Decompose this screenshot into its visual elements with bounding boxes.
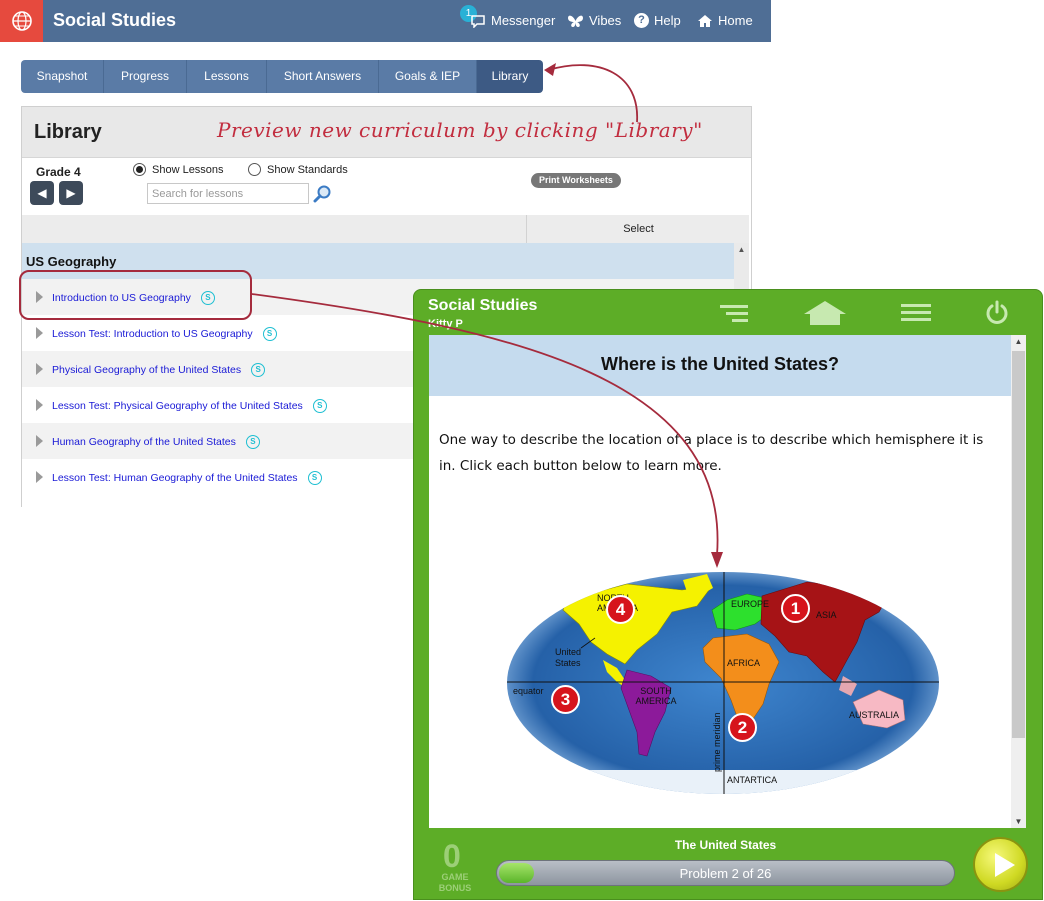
- tab-progress[interactable]: Progress: [104, 60, 187, 93]
- nav-messenger-label: Messenger: [491, 13, 556, 28]
- standards-icon[interactable]: S: [262, 327, 277, 341]
- radio-dot-checked: [133, 163, 146, 176]
- unit-title: US Geography: [26, 254, 117, 269]
- lines-icon[interactable]: [718, 302, 750, 326]
- problem-progress-bar: Problem 2 of 26: [496, 860, 955, 886]
- preview-scrollbar[interactable]: ▲ ▼: [1011, 335, 1026, 828]
- app-title: Social Studies: [53, 10, 177, 30]
- scroll-up-icon[interactable]: ▲: [1011, 337, 1026, 346]
- radio-dot-unchecked: [248, 163, 261, 176]
- grade-prev-button[interactable]: ◀: [30, 181, 54, 205]
- grade-next-button[interactable]: ▶: [59, 181, 83, 205]
- globe-logo-icon[interactable]: [0, 0, 43, 42]
- callout-annotation: Preview new curriculum by clicking "Libr…: [217, 118, 703, 142]
- radio-show-lessons[interactable]: Show Lessons: [133, 163, 224, 176]
- hemisphere-button-4[interactable]: 4: [606, 595, 635, 624]
- question-bar: Where is the United States?: [429, 335, 1011, 396]
- expand-arrow-icon[interactable]: [36, 471, 43, 483]
- expand-arrow-icon[interactable]: [36, 363, 43, 375]
- help-icon: ?: [634, 13, 649, 28]
- nav-help-label: Help: [654, 13, 681, 28]
- menu-icon[interactable]: [900, 302, 932, 324]
- arrow-head-icon: [544, 63, 556, 76]
- teacher-tabs: Snapshot Progress Lessons Short Answers …: [21, 60, 543, 93]
- table-header: Select: [22, 215, 749, 243]
- nav-vibes-label: Vibes: [589, 13, 622, 28]
- standards-icon[interactable]: S: [245, 435, 260, 449]
- game-bonus-value: 0: [443, 838, 461, 874]
- hemisphere-button-3[interactable]: 3: [551, 685, 580, 714]
- student-preview-window: Social Studies Kitty P Where is the Unit…: [413, 289, 1043, 900]
- nav-home[interactable]: Home: [697, 13, 753, 28]
- label-europe: EUROPE: [731, 599, 770, 609]
- label-equator: equator: [513, 686, 544, 696]
- nav-messenger[interactable]: Messenger: [470, 13, 555, 28]
- grade-label: Grade 4: [36, 165, 81, 179]
- butterfly-icon: [568, 15, 583, 27]
- expand-arrow-icon[interactable]: [36, 435, 43, 447]
- label-africa: AFRICA: [727, 658, 761, 668]
- lesson-search-input[interactable]: Search for lessons: [147, 183, 309, 204]
- scroll-down-icon[interactable]: ▼: [1011, 817, 1026, 826]
- lesson-link[interactable]: Physical Geography of the United States: [52, 364, 241, 376]
- hemisphere-button-1[interactable]: 1: [781, 594, 810, 623]
- standards-icon[interactable]: S: [251, 363, 266, 377]
- preview-title: Social Studies: [428, 297, 538, 314]
- preview-footer: 0 GAME BONUS The United States Problem 2…: [414, 828, 1042, 901]
- world-map: NORTH AMERICA EUROPE ASIA AFRICA SOUTH A…: [507, 572, 939, 799]
- radio-show-standards-label: Show Standards: [267, 163, 348, 176]
- label-australia: AUSTRALIA: [849, 710, 900, 720]
- current-lesson-name: The United States: [674, 838, 777, 852]
- expand-arrow-icon[interactable]: [36, 327, 43, 339]
- world-map-graphic: [507, 572, 939, 794]
- home-icon: [698, 14, 712, 27]
- next-play-button[interactable]: [973, 837, 1028, 892]
- chevron-left-icon: ◀: [37, 186, 47, 200]
- highlight-circle: [19, 270, 252, 320]
- scroll-thumb[interactable]: [1012, 351, 1025, 738]
- label-antartica: ANTARTICA: [727, 775, 778, 785]
- preview-user-name: Kitty P: [428, 318, 463, 330]
- chat-icon: [471, 14, 485, 28]
- nav-vibes[interactable]: Vibes: [567, 13, 621, 28]
- radio-show-standards[interactable]: Show Standards: [248, 163, 348, 176]
- lesson-link[interactable]: Lesson Test: Human Geography of the Unit…: [52, 472, 298, 484]
- lesson-link[interactable]: Lesson Test: Physical Geography of the U…: [52, 400, 303, 412]
- tab-short-answers[interactable]: Short Answers: [267, 60, 379, 93]
- question-text: One way to describe the location of a pl…: [439, 432, 984, 474]
- game-bonus-label: GAME BONUS: [438, 872, 472, 893]
- tab-lessons[interactable]: Lessons: [187, 60, 267, 93]
- select-column-header: Select: [526, 215, 750, 243]
- scroll-up-icon[interactable]: ▲: [734, 243, 749, 257]
- library-header: Library Preview new curriculum by clicki…: [22, 107, 751, 158]
- lesson-link[interactable]: Lesson Test: Introduction to US Geograph…: [52, 328, 253, 340]
- tab-library[interactable]: Library: [477, 60, 543, 93]
- chevron-right-icon: ▶: [66, 186, 76, 200]
- radio-show-lessons-label: Show Lessons: [152, 163, 224, 176]
- library-title: Library: [34, 121, 102, 143]
- tab-snapshot[interactable]: Snapshot: [21, 60, 104, 93]
- standards-icon[interactable]: S: [307, 471, 322, 485]
- tab-goals-iep[interactable]: Goals & IEP: [379, 60, 477, 93]
- progress-text: Problem 2 of 26: [679, 866, 772, 881]
- nav-help[interactable]: ? Help: [634, 13, 681, 28]
- label-asia: ASIA: [816, 610, 837, 620]
- problem-content: Where is the United States? One way to d…: [429, 335, 1011, 828]
- top-app-bar: Social Studies 1 Messenger Vibes ? Help …: [0, 0, 771, 42]
- hemisphere-button-2[interactable]: 2: [728, 713, 757, 742]
- label-south-america: SOUTH AMERICA: [635, 686, 677, 706]
- home-icon[interactable]: [803, 300, 847, 326]
- power-icon[interactable]: [984, 300, 1010, 326]
- label-prime-meridian: prime meridian: [712, 712, 722, 772]
- search-icon[interactable]: [313, 184, 333, 204]
- lesson-link[interactable]: Human Geography of the United States: [52, 436, 236, 448]
- question-title: Where is the United States?: [600, 354, 840, 374]
- expand-arrow-icon[interactable]: [36, 399, 43, 411]
- standards-icon[interactable]: S: [312, 399, 327, 413]
- nav-home-label: Home: [718, 13, 753, 28]
- print-worksheets-button[interactable]: Print Worksheets: [531, 173, 621, 188]
- label-united-states: United States: [555, 647, 582, 668]
